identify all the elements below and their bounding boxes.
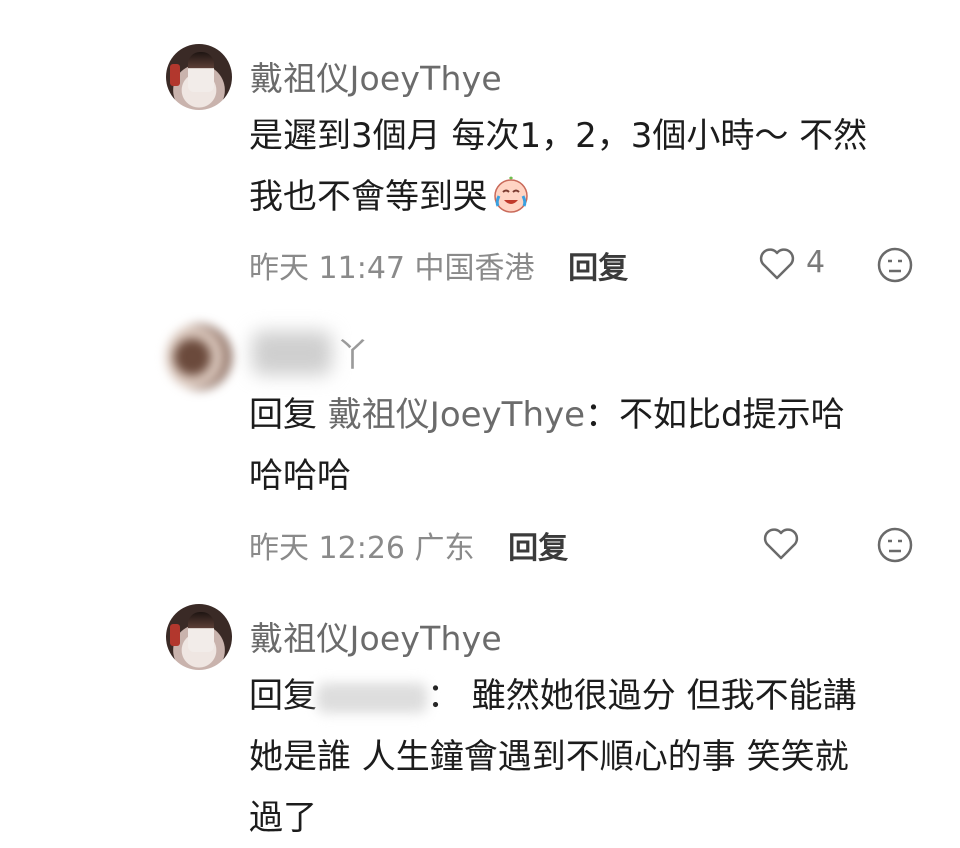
comment-text: ： 雖然她很過分 但我不能講: [427, 676, 857, 716]
comment-text-line: 我也不會等到哭: [249, 167, 531, 227]
reply-prefix: 回复: [249, 676, 317, 716]
comment-meta: 昨天 12:26 广东 回复: [249, 523, 568, 567]
heart-icon[interactable]: [757, 244, 797, 284]
avatar[interactable]: [166, 604, 232, 670]
comment-meta: 昨天 11:47 中国香港 回复: [249, 243, 628, 287]
neutral-face-icon[interactable]: [875, 525, 915, 565]
comment-text-line: 是遲到3個月 每次1，2，3個小時～ 不然: [249, 116, 868, 156]
avatar-detail: [170, 64, 180, 86]
neutral-face-icon[interactable]: [875, 245, 915, 285]
avatar-detail: [170, 624, 180, 646]
comment-text-line: 哈哈哈: [249, 456, 351, 496]
comment-author[interactable]: 戴祖仪JoeyThye: [250, 52, 502, 100]
comment-author-blurred: [252, 331, 332, 375]
heart-icon[interactable]: [761, 524, 801, 564]
avatar[interactable]: [166, 324, 232, 390]
reply-prefix: 回复: [249, 395, 317, 435]
comment-time: 昨天 12:26: [249, 531, 405, 566]
comment-author[interactable]: 戴祖仪JoeyThye: [250, 612, 502, 660]
comment-text: ：不如比d提示哈: [585, 395, 845, 435]
comment-text-line: 過了: [249, 798, 317, 838]
reply-button[interactable]: 回复: [568, 251, 628, 286]
comment-text-line: 回复 ： 雖然她很過分 但我不能講: [249, 666, 857, 726]
avatar[interactable]: [166, 44, 232, 110]
comment-location: 广东: [414, 531, 475, 566]
crying-laugh-emoji-icon: [494, 176, 528, 213]
comment-text: 我也不會等到哭: [249, 177, 487, 217]
comment-text-line: 她是誰 人生鐘會遇到不順心的事 笑笑就: [249, 737, 849, 777]
comment-author[interactable]: 丫: [336, 328, 369, 376]
like-count: 4: [806, 245, 826, 280]
comment-location: 中国香港: [414, 251, 535, 286]
mention-blurred[interactable]: [317, 682, 427, 713]
comment-text-line: 回复 戴祖仪JoeyThye：不如比d提示哈: [249, 385, 845, 445]
comment-time: 昨天 11:47: [249, 251, 405, 286]
avatar-figure: [188, 52, 214, 92]
avatar-figure: [188, 612, 214, 652]
mention-link[interactable]: 戴祖仪JoeyThye: [328, 395, 585, 435]
reply-button[interactable]: 回复: [508, 531, 568, 566]
